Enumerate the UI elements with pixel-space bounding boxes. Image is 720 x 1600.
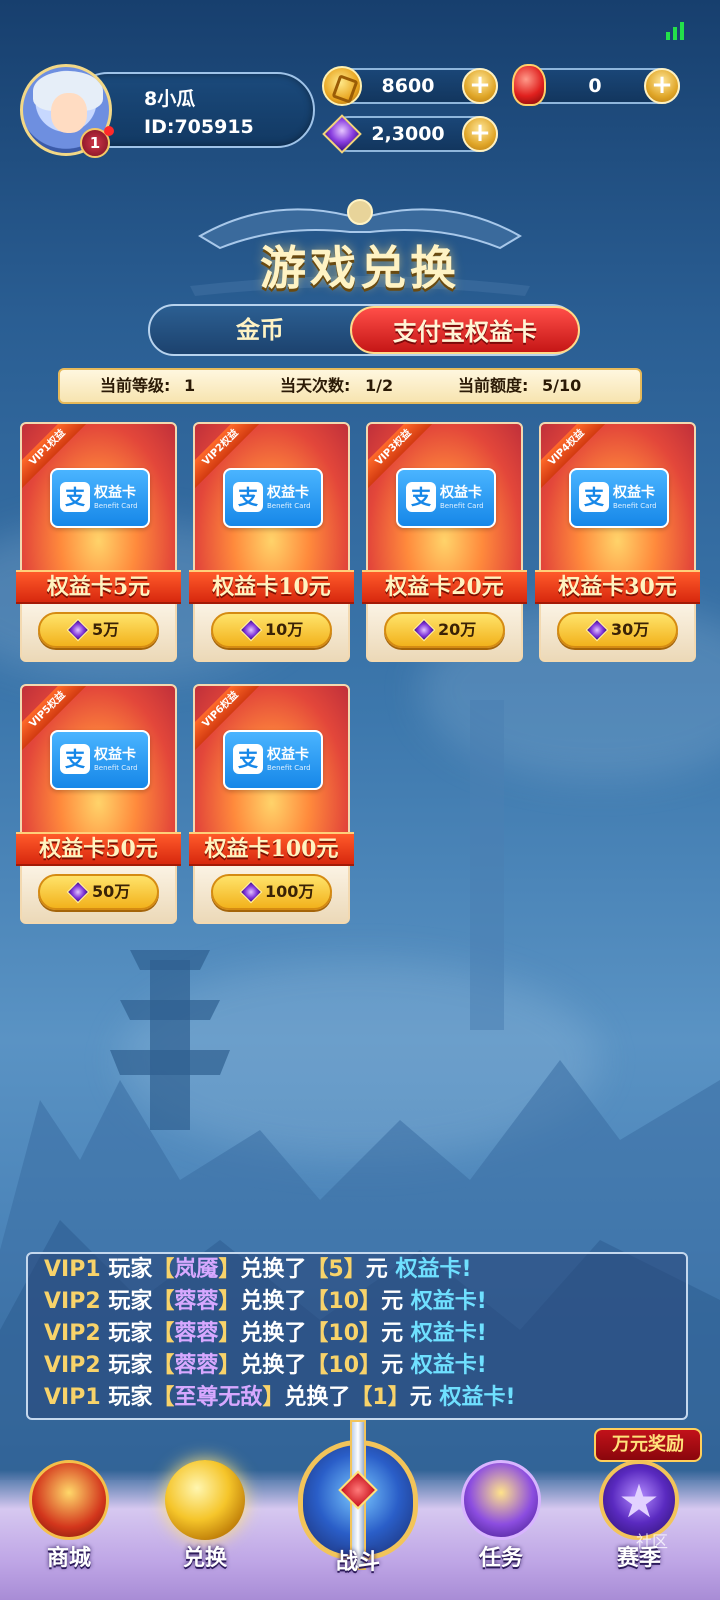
card-image-subtitle: Benefit Card [267,502,311,510]
card-image-title: 权益卡 [94,747,136,763]
redeem-button[interactable]: 100万 [211,874,332,910]
alipay-card-image: 支 权益卡 Benefit Card [50,730,150,790]
redeem-button[interactable]: 50万 [38,874,159,910]
gold-coin-icon [322,66,362,106]
broadcast-line: VIP2 玩家【蓉蓉】兑换了【10】元 权益卡! [44,1321,487,1346]
redeem-button[interactable]: 10万 [211,612,332,648]
alipay-card-image: 支 权益卡 Benefit Card [223,468,323,528]
card-image-title: 权益卡 [267,747,309,763]
purple-gem-icon [239,618,263,642]
card-image-title: 权益卡 [440,485,482,501]
card-name: 权益卡100元 [189,832,354,866]
quota-label: 当前额度: [458,376,529,395]
nav-battle-label: 战斗 [335,1549,380,1575]
task-scroll-icon [461,1460,541,1540]
card-image-subtitle: Benefit Card [94,764,138,772]
purple-gem-icon [412,618,436,642]
ruby-value: 0 [588,75,602,97]
price-value: 30万 [611,620,650,639]
add-gem-button[interactable]: + [462,116,498,152]
benefit-card-vip2[interactable]: VIP2权益 支 权益卡 Benefit Card 权益卡10元 10万 [189,422,354,662]
price-value: 5万 [92,620,120,639]
alipay-card-image: 支 权益卡 Benefit Card [396,468,496,528]
alipay-icon: 支 [60,482,90,512]
exchange-tabs: 金币 支付宝权益卡 [148,304,580,356]
card-image-title: 权益卡 [94,485,136,501]
nav-task[interactable]: 任务 [446,1460,556,1600]
times-label: 当天次数: [280,376,351,395]
gold-value: 8600 [381,75,435,97]
price-value: 100万 [265,882,315,901]
benefit-card-vip3[interactable]: VIP3权益 支 权益卡 Benefit Card 权益卡20元 20万 [362,422,527,662]
broadcast-line: VIP1 玩家【岚魇】兑换了【5】元 权益卡! [44,1257,472,1282]
tab-alipay-card[interactable]: 支付宝权益卡 [350,306,580,354]
watermark: 社区 [636,1532,669,1551]
nav-shop-label: 商城 [46,1545,91,1571]
player-name: 8小瓜 [144,88,196,110]
notification-dot [104,126,114,136]
page-title: 游戏兑换 [260,241,460,295]
alipay-card-image: 支 权益卡 Benefit Card [223,730,323,790]
broadcast-line: VIP2 玩家【蓉蓉】兑换了【10】元 权益卡! [44,1289,487,1314]
alipay-icon: 支 [233,744,263,774]
nav-exchange-label: 兑换 [182,1545,227,1571]
card-name: 权益卡5元 [16,570,181,604]
price-value: 10万 [265,620,304,639]
card-image-title: 权益卡 [267,485,309,501]
times-value: 1/2 [365,376,394,395]
alipay-icon: 支 [60,744,90,774]
ruby-egg-icon [512,64,546,106]
redeem-button[interactable]: 5万 [38,612,159,648]
exchange-orb-icon [165,1460,245,1540]
purple-gem-icon [322,114,362,154]
purple-gem-icon [66,880,90,904]
nav-shop[interactable]: 商城 [14,1460,124,1600]
redeem-button[interactable]: 20万 [384,612,505,648]
purple-gem-icon [585,618,609,642]
benefit-card-vip1[interactable]: VIP1权益 支 权益卡 Benefit Card 权益卡5元 5万 [16,422,181,662]
alipay-card-image: 支 权益卡 Benefit Card [569,468,669,528]
exchange-status-bar: 当前等级: 1 当天次数: 1/2 当前额度: 5/10 [58,368,642,404]
level-label: 当前等级: [100,376,171,395]
alipay-card-image: 支 权益卡 Benefit Card [50,468,150,528]
broadcast-line: VIP2 玩家【蓉蓉】兑换了【10】元 权益卡! [44,1353,487,1378]
player-profile[interactable]: 1 8小瓜 ID:705915 [20,64,315,158]
quota-value: 5/10 [542,376,582,395]
nav-battle[interactable]: 战斗 [288,1420,428,1600]
nav-task-label: 任务 [478,1545,523,1571]
tab-gold[interactable]: 金币 [150,306,370,354]
add-gold-button[interactable]: + [462,68,498,104]
reward-badge[interactable]: 万元奖励 [594,1428,702,1462]
benefit-card-vip5[interactable]: VIP5权益 支 权益卡 Benefit Card 权益卡50元 50万 [16,684,181,924]
signal-icon [666,22,684,40]
redeem-button[interactable]: 30万 [557,612,678,648]
alipay-icon: 支 [233,482,263,512]
alipay-icon: 支 [406,482,436,512]
purple-gem-icon [239,880,263,904]
card-image-subtitle: Benefit Card [613,502,657,510]
card-name: 权益卡20元 [362,570,527,604]
card-name: 权益卡30元 [535,570,700,604]
shop-chest-icon [29,1460,109,1540]
benefit-card-vip6[interactable]: VIP6权益 支 权益卡 Benefit Card 权益卡100元 100万 [189,684,354,924]
alipay-icon: 支 [579,482,609,512]
card-name: 权益卡50元 [16,832,181,866]
card-image-subtitle: Benefit Card [94,502,138,510]
nav-exchange[interactable]: 兑换 [150,1460,260,1600]
gem-value: 2,3000 [371,123,445,145]
price-value: 20万 [438,620,477,639]
level-value: 1 [184,376,196,395]
purple-gem-icon [66,618,90,642]
benefit-card-vip4[interactable]: VIP4权益 支 权益卡 Benefit Card 权益卡30元 30万 [535,422,700,662]
card-image-subtitle: Benefit Card [440,502,484,510]
player-id: ID:705915 [144,116,254,138]
broadcast-line: VIP1 玩家【至尊无敌】兑换了【1】元 权益卡! [44,1385,516,1410]
price-value: 50万 [92,882,131,901]
add-ruby-button[interactable]: + [644,68,680,104]
card-image-title: 权益卡 [613,485,655,501]
page-title-banner: 游戏兑换 [180,196,540,306]
card-name: 权益卡10元 [189,570,354,604]
card-image-subtitle: Benefit Card [267,764,311,772]
exchange-broadcast-feed[interactable]: VIP1 玩家【岚魇】兑换了【5】元 权益卡! VIP2 玩家【蓉蓉】兑换了【1… [26,1252,688,1420]
